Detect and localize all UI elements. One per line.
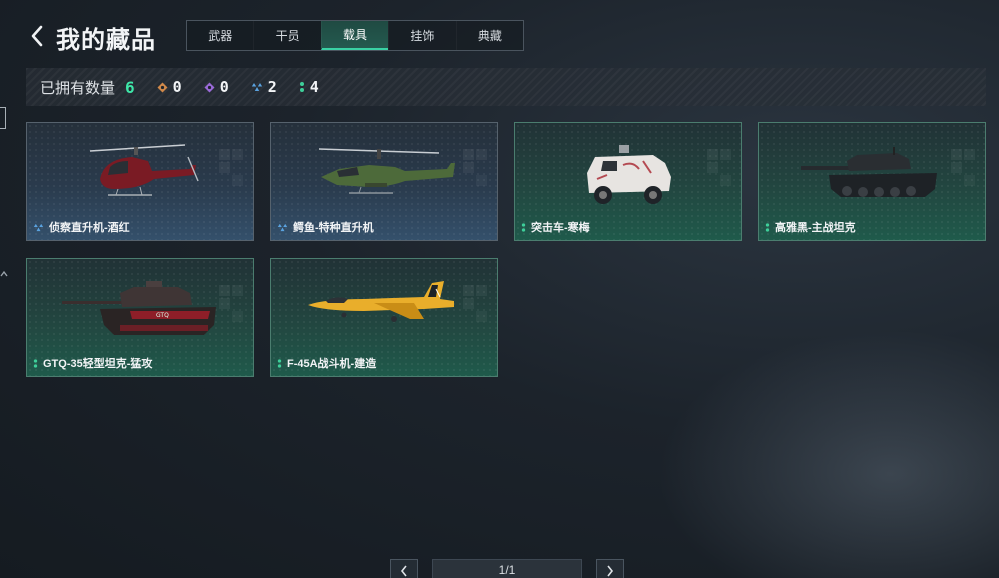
back-arrow-icon [31,25,43,47]
item-name: 鳄鱼-特种直升机 [293,222,374,234]
main-battle-tank-image [759,139,985,221]
collection-card-attack-helicopter[interactable]: 鳄鱼-特种直升机 [270,122,498,241]
side-panel-handle[interactable] [0,107,6,129]
green-dots-icon [765,222,770,233]
tab-4[interactable]: 典藏 [455,21,523,50]
tab-3[interactable]: 挂饰 [388,21,455,50]
collection-grid: 侦察直升机-酒红 鳄鱼-特种直升机 突击车-寒梅 高雅黑-主战坦克 GTQ GTQ-35轻… [26,122,988,377]
page-title: 我的藏品 [56,27,156,54]
owned-label: 已拥有数量 [40,79,116,97]
side-chevron-icon[interactable] [0,266,8,284]
green-dots-icon [277,358,282,369]
blue-chevron-icon [277,223,288,232]
collection-card-light-tank[interactable]: GTQ GTQ-35轻型坦克-猛攻 [26,258,254,377]
chevron-left-icon [400,565,407,577]
svg-text:GTQ: GTQ [156,312,169,319]
card-label: F-45A战斗机-建造 [277,355,376,371]
card-label: 鳄鱼-特种直升机 [277,219,374,235]
page-indicator: 1/1 [432,559,582,578]
purple-diamond-icon [204,82,215,93]
card-label: 高雅黑-主战坦克 [765,219,856,235]
prev-page-button[interactable] [390,559,418,578]
owned-count-bar: 已拥有数量 6 0 0 2 4 [26,68,986,106]
chevron-right-icon [607,565,614,577]
rarity-count-value: 0 [219,78,229,96]
card-label: 侦察直升机-酒红 [33,219,130,235]
blue-chevron-icon [251,82,263,92]
green-dots-icon [33,358,38,369]
green-dots-icon [521,222,526,233]
collection-card-scout-helicopter[interactable]: 侦察直升机-酒红 [26,122,254,241]
assault-vehicle-image [515,139,741,221]
light-tank-image: GTQ [27,275,253,357]
rarity-count-value: 4 [309,78,319,96]
pagination: 1/1 [390,559,624,578]
item-name: GTQ-35轻型坦克-猛攻 [43,358,153,370]
tab-0[interactable]: 武器 [187,21,253,50]
attack-helicopter-image [271,139,497,221]
rarity-count-value: 2 [267,78,277,96]
green-dots-icon [299,81,305,93]
collection-card-fighter-jet[interactable]: F-45A战斗机-建造 [270,258,498,377]
scout-helicopter-image [27,139,253,221]
item-name: 突击车-寒梅 [531,222,590,234]
rarity-count-2: 2 [251,78,277,96]
rarity-count-value: 0 [172,78,182,96]
item-name: 高雅黑-主战坦克 [775,222,856,234]
item-name: F-45A战斗机-建造 [287,358,377,370]
tab-2[interactable]: 载具 [320,21,389,50]
card-label: 突击车-寒梅 [521,219,590,235]
rarity-count-1: 0 [204,78,229,96]
card-label: GTQ-35轻型坦克-猛攻 [33,355,152,371]
blue-chevron-icon [33,223,44,232]
rarity-count-3: 4 [299,78,319,96]
tab-1[interactable]: 干员 [253,21,320,50]
category-tabs: 武器 干员 载具 挂饰 典藏 [186,20,524,51]
collection-card-assault-vehicle[interactable]: 突击车-寒梅 [514,122,742,241]
orange-diamond-icon [157,82,168,93]
rarity-count-0: 0 [157,78,182,96]
next-page-button[interactable] [596,559,624,578]
fighter-jet-image [271,275,497,357]
back-button[interactable] [26,24,48,48]
item-name: 侦察直升机-酒红 [49,222,130,234]
owned-total: 6 [125,77,135,97]
collection-card-main-battle-tank[interactable]: 高雅黑-主战坦克 [758,122,986,241]
